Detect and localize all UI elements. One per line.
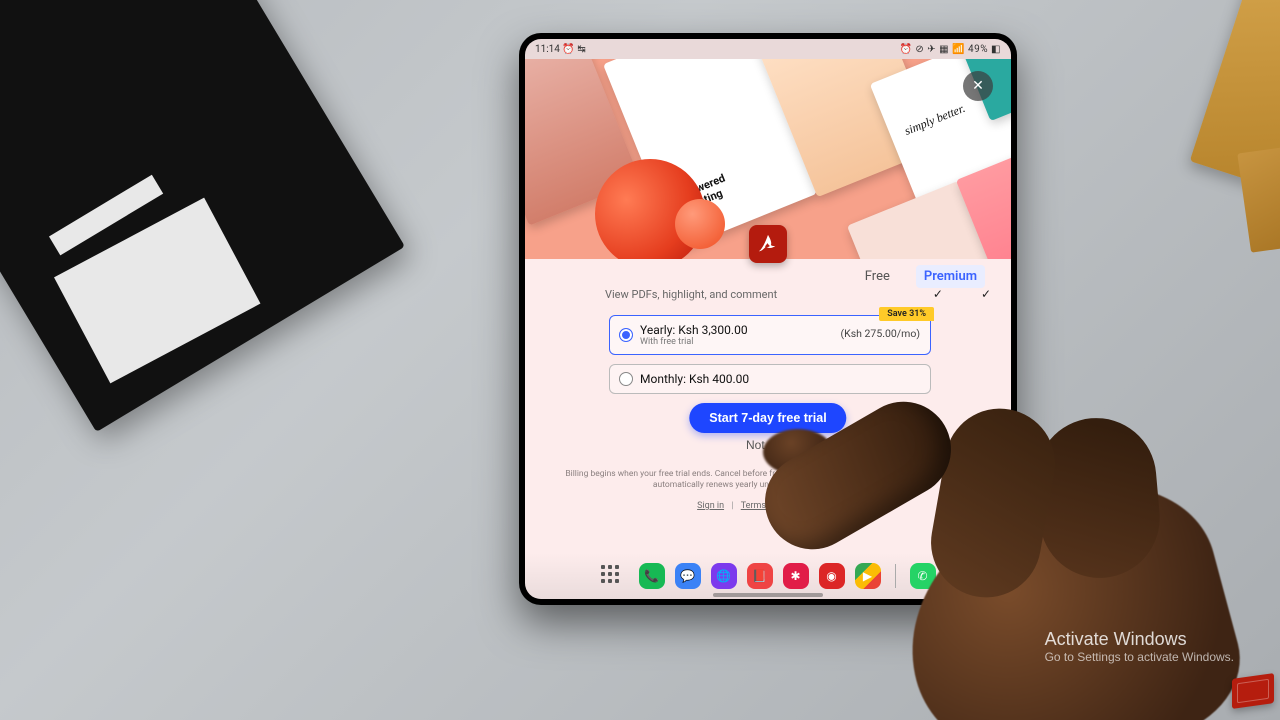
- adobe-acrobat-badge: [749, 225, 787, 263]
- wood-block-small: [1237, 147, 1280, 252]
- app-drawer-icon[interactable]: [601, 565, 623, 587]
- plan-tabs: Free Premium: [857, 265, 985, 288]
- hero-tile-simply-better-text: simply better.: [902, 101, 967, 139]
- galaxy-store-icon[interactable]: ✱: [783, 563, 809, 589]
- gallery-app-icon[interactable]: ◉: [819, 563, 845, 589]
- legal-sep: |: [800, 501, 802, 511]
- sign-in-link[interactable]: Sign in: [697, 501, 724, 511]
- radio-unselected-icon: [619, 372, 633, 386]
- legal-sep: |: [731, 501, 733, 511]
- notes-app-icon[interactable]: 📕: [747, 563, 773, 589]
- channel-tag: [1232, 673, 1274, 709]
- screen: 11:14 ⏰ ↹ ⏰ ⊘ ✈ ▦ 📶 49% ◧ AI-Powered Mar…: [525, 39, 1011, 599]
- acrobat-icon: [757, 233, 779, 255]
- billing-fineprint: Billing begins when your free trial ends…: [555, 469, 981, 492]
- dock-separator: [895, 564, 896, 588]
- play-store-icon[interactable]: ▶: [855, 563, 881, 589]
- status-right-icons: ⏰ ⊘ ✈ ▦ 📶: [899, 44, 965, 55]
- product-box: Galaxy Z Fold6: [0, 0, 405, 432]
- plan-yearly-permonth: (Ksh 275.00/mo): [841, 327, 920, 340]
- status-bar: 11:14 ⏰ ↹ ⏰ ⊘ ✈ ▦ 📶 49% ◧: [525, 39, 1011, 59]
- plan-options: Save 31% Yearly: Ksh 3,300.00 With free …: [609, 315, 931, 403]
- close-button[interactable]: ✕: [963, 71, 993, 101]
- feature-fade: [525, 297, 1011, 311]
- plan-monthly[interactable]: Monthly: Ksh 400.00: [609, 364, 931, 394]
- save-badge: Save 31%: [879, 307, 934, 321]
- tab-free[interactable]: Free: [857, 265, 898, 288]
- legal-links: Sign in | Terms of use | Privacy: [525, 501, 1011, 511]
- gesture-bar[interactable]: [713, 593, 823, 597]
- plan-monthly-title: Monthly: Ksh 400.00: [640, 372, 920, 386]
- windows-activation-watermark: Activate Windows Go to Settings to activ…: [1045, 629, 1234, 664]
- tab-premium[interactable]: Premium: [916, 265, 985, 288]
- watermark-sub: Go to Settings to activate Windows.: [1045, 650, 1234, 664]
- status-battery: 49% ◧: [968, 44, 1001, 55]
- hero-orb-small: [675, 199, 725, 249]
- close-icon: ✕: [972, 78, 984, 94]
- browser-app-icon[interactable]: 🌐: [711, 563, 737, 589]
- messages-app-icon[interactable]: 💬: [675, 563, 701, 589]
- start-trial-button[interactable]: Start 7-day free trial: [689, 403, 846, 433]
- privacy-link[interactable]: Privacy: [810, 501, 839, 511]
- whatsapp-icon[interactable]: ✆: [910, 563, 936, 589]
- radio-selected-icon: [619, 328, 633, 342]
- status-time: 11:14 ⏰ ↹: [535, 44, 586, 55]
- plan-yearly[interactable]: Save 31% Yearly: Ksh 3,300.00 With free …: [609, 315, 931, 355]
- phone-app-icon[interactable]: 📞: [639, 563, 665, 589]
- status-time-text: 11:14: [535, 44, 560, 55]
- status-right: ⏰ ⊘ ✈ ▦ 📶 49% ◧: [899, 44, 1001, 55]
- terms-link[interactable]: Terms of use: [741, 501, 793, 511]
- tablet-device: 11:14 ⏰ ↹ ⏰ ⊘ ✈ ▦ 📶 49% ◧ AI-Powered Mar…: [519, 33, 1017, 605]
- watermark-title: Activate Windows: [1045, 629, 1234, 650]
- status-left-icons: ⏰ ↹: [562, 44, 585, 55]
